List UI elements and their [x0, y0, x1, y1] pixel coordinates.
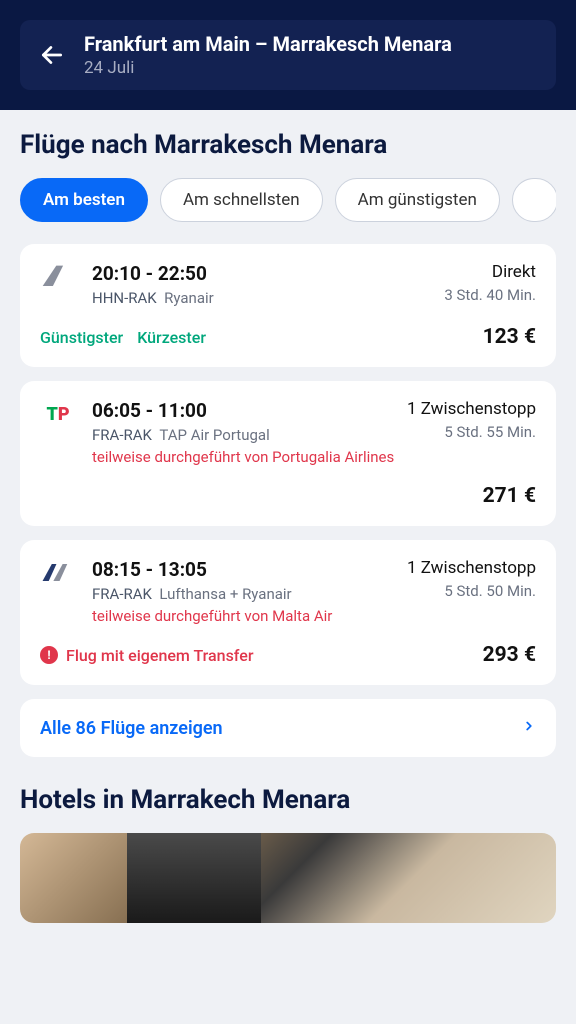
flight-price: 123 € — [483, 325, 536, 349]
page-title: Flüge nach Marrakesch Menara — [20, 130, 556, 160]
flight-left: 08:15 - 13:05 FRA-RAK Lufthansa + Ryanai… — [40, 558, 332, 625]
back-button[interactable] — [36, 39, 68, 71]
header-text: Frankfurt am Main – Marrakesch Menara 24… — [84, 32, 452, 78]
main-content: Flüge nach Marrakesch Menara Am besten A… — [0, 110, 576, 943]
filter-best[interactable]: Am besten — [20, 178, 148, 222]
flight-times: 08:15 - 13:05 — [92, 558, 332, 581]
flight-card[interactable]: TP 06:05 - 11:00 FRA-RAK TAP Air Portuga… — [20, 381, 556, 526]
operated-by: teilweise durchgeführt von Portugalia Ai… — [92, 448, 394, 466]
flight-info: 06:05 - 11:00 FRA-RAK TAP Air Portugal t… — [92, 399, 394, 466]
filter-more[interactable] — [512, 178, 556, 222]
filter-cheapest[interactable]: Am günstigsten — [335, 178, 500, 222]
flight-stops: 1 Zwischenstopp — [407, 558, 536, 578]
card-bottom: 271 € — [40, 484, 536, 508]
flight-duration: 5 Std. 55 Min. — [407, 423, 536, 441]
operated-by: teilweise durchgeführt von Malta Air — [92, 607, 332, 625]
chevron-right-icon — [522, 717, 536, 739]
airline-icon: TP — [40, 399, 76, 429]
card-bottom: ! Flug mit eigenem Transfer 293 € — [40, 643, 536, 667]
hotel-image[interactable] — [20, 833, 556, 923]
airport-codes: FRA-RAK — [92, 426, 152, 444]
flight-times: 20:10 - 22:50 — [92, 262, 214, 285]
flight-stops: 1 Zwischenstopp — [407, 399, 536, 419]
airline-name: Lufthansa + Ryanair — [159, 585, 291, 603]
warning-icon: ! — [40, 646, 58, 664]
flight-route: FRA-RAK Lufthansa + Ryanair — [92, 585, 332, 603]
flight-row: 20:10 - 22:50 HHN-RAK Ryanair Direkt 3 S… — [40, 262, 536, 307]
flight-card[interactable]: 20:10 - 22:50 HHN-RAK Ryanair Direkt 3 S… — [20, 244, 556, 367]
arrow-left-icon — [39, 42, 65, 68]
flight-right: 1 Zwischenstopp 5 Std. 50 Min. — [407, 558, 536, 625]
tag-shortest: Kürzester — [137, 328, 206, 347]
card-bottom: Günstigster Kürzester 123 € — [40, 325, 536, 349]
airline-icon — [40, 558, 76, 588]
flight-price: 271 € — [483, 484, 536, 508]
show-all-label: Alle 86 Flüge anzeigen — [40, 718, 223, 739]
flight-tags: Günstigster Kürzester — [40, 328, 206, 347]
flight-route: FRA-RAK TAP Air Portugal — [92, 426, 394, 444]
flight-left: TP 06:05 - 11:00 FRA-RAK TAP Air Portuga… — [40, 399, 394, 466]
flight-left: 20:10 - 22:50 HHN-RAK Ryanair — [40, 262, 214, 307]
route-date: 24 Juli — [84, 58, 452, 78]
flight-stops: Direkt — [444, 262, 536, 282]
airport-codes: FRA-RAK — [92, 585, 152, 603]
transfer-warning: ! Flug mit eigenem Transfer — [40, 646, 253, 665]
filter-fastest[interactable]: Am schnellsten — [160, 178, 323, 222]
filter-row: Am besten Am schnellsten Am günstigsten — [20, 178, 556, 222]
route-title: Frankfurt am Main – Marrakesch Menara — [84, 32, 452, 56]
flight-duration: 3 Std. 40 Min. — [444, 286, 536, 304]
airline-icon — [40, 262, 76, 292]
hotels-title: Hotels in Marrakech Menara — [20, 785, 556, 815]
hotels-section: Hotels in Marrakech Menara — [20, 785, 556, 923]
flight-info: 20:10 - 22:50 HHN-RAK Ryanair — [92, 262, 214, 307]
flight-price: 293 € — [483, 643, 536, 667]
flight-duration: 5 Std. 50 Min. — [407, 582, 536, 600]
airport-codes: HHN-RAK — [92, 289, 157, 307]
flight-times: 06:05 - 11:00 — [92, 399, 394, 422]
app-header: Frankfurt am Main – Marrakesch Menara 24… — [0, 0, 576, 110]
airline-name: TAP Air Portugal — [159, 426, 269, 444]
flight-row: 08:15 - 13:05 FRA-RAK Lufthansa + Ryanai… — [40, 558, 536, 625]
tag-cheapest: Günstigster — [40, 328, 123, 347]
flight-route: HHN-RAK Ryanair — [92, 289, 214, 307]
flight-card[interactable]: 08:15 - 13:05 FRA-RAK Lufthansa + Ryanai… — [20, 540, 556, 685]
flight-right: Direkt 3 Std. 40 Min. — [444, 262, 536, 307]
flight-right: 1 Zwischenstopp 5 Std. 55 Min. — [407, 399, 536, 466]
show-all-flights[interactable]: Alle 86 Flüge anzeigen — [20, 699, 556, 757]
header-bar[interactable]: Frankfurt am Main – Marrakesch Menara 24… — [20, 20, 556, 90]
flight-row: TP 06:05 - 11:00 FRA-RAK TAP Air Portuga… — [40, 399, 536, 466]
flight-info: 08:15 - 13:05 FRA-RAK Lufthansa + Ryanai… — [92, 558, 332, 625]
airline-name: Ryanair — [164, 289, 214, 307]
transfer-text: Flug mit eigenem Transfer — [66, 646, 253, 665]
